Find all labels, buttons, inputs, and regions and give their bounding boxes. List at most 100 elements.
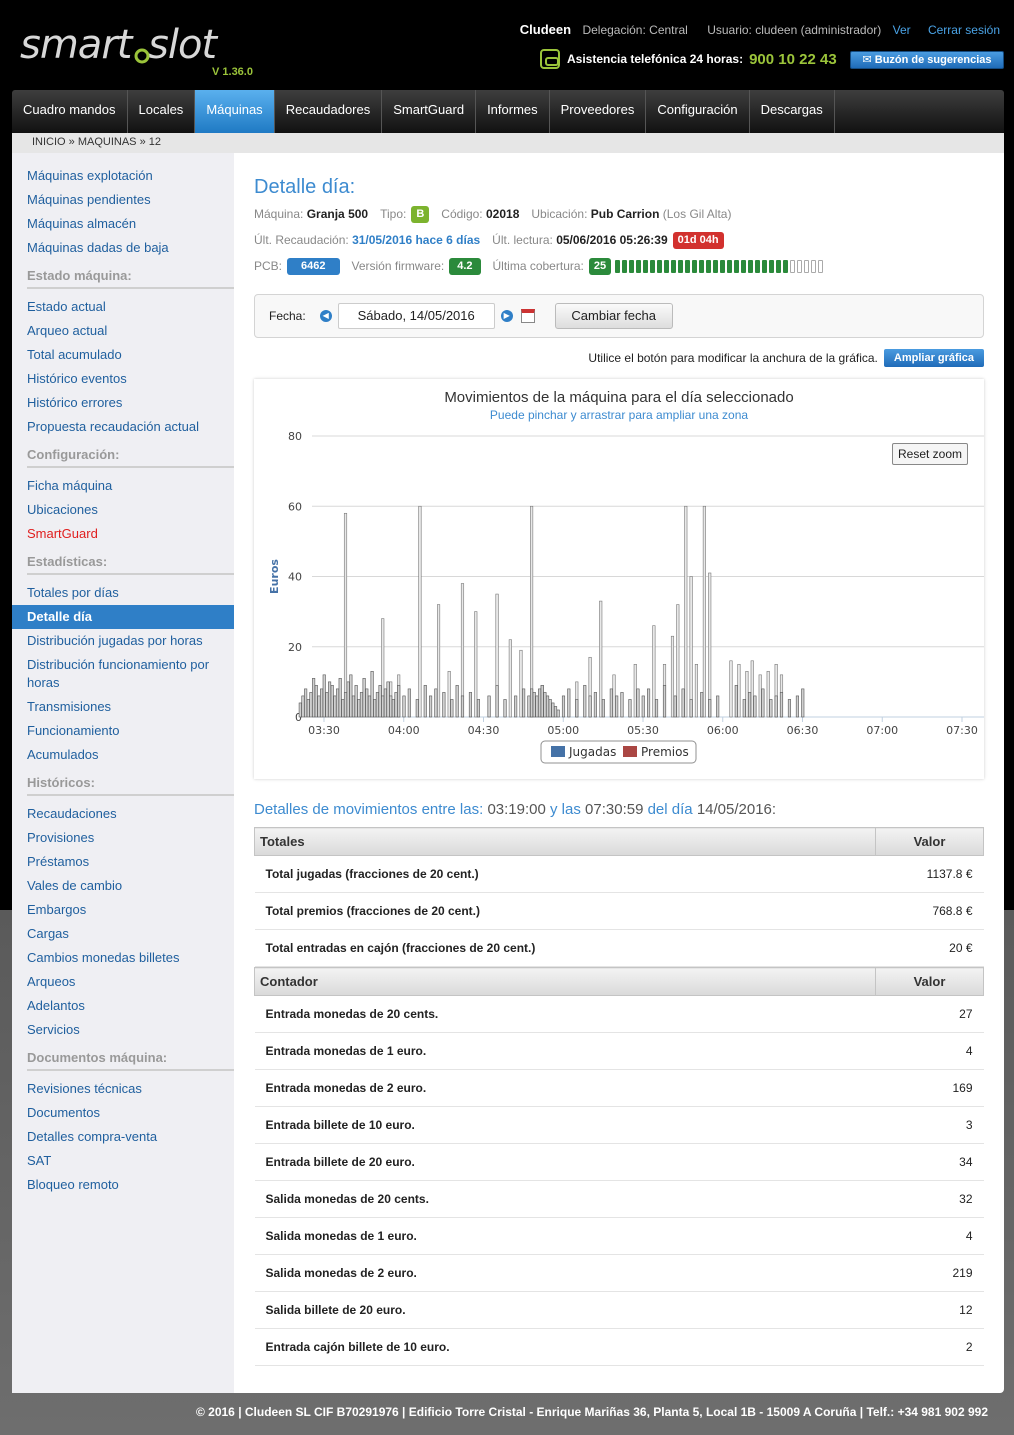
widen-chart-button[interactable]: Ampliar gráfica [883,349,984,367]
change-date-button[interactable]: Cambiar fecha [554,303,673,329]
counters-header[interactable]: Contador [254,967,876,996]
sidebar-estado-actual[interactable]: Estado actual [12,295,234,319]
x-tick-label: 03:30 [308,724,340,737]
svg-text:smart: smart [20,22,134,68]
sidebar-smartguard[interactable]: SmartGuard [12,522,234,546]
totals-value-header[interactable]: Valor [875,827,984,856]
sidebar-totales-dias[interactable]: Totales por días [12,581,234,605]
sidebar-servicios[interactable]: Servicios [12,1018,234,1042]
nav-smartguard[interactable]: SmartGuard [382,90,477,133]
sidebar-ubicaciones[interactable]: Ubicaciones [12,498,234,522]
sidebar-historico-eventos[interactable]: Histórico eventos [12,367,234,391]
delegation: Delegación: Central [582,23,688,37]
bar-jugadas [700,692,704,718]
bar-premios [702,505,706,718]
codigo-value: 02018 [486,207,520,221]
totals-table: Totales Valor Total jugadas (fracciones … [254,827,984,967]
sidebar-distribucion-jugadas[interactable]: Distribución jugadas por horas [12,629,234,653]
sidebar-detalles-compraventa[interactable]: Detalles compra-venta [12,1125,234,1149]
lectura-value: 05/06/2016 05:26:39 [556,233,668,247]
row-value: 12 [875,1291,984,1329]
bar-jugadas [476,699,480,718]
sidebar-embargos[interactable]: Embargos [12,898,234,922]
movements-chart[interactable]: 0 20 40 60 80 03:30 04:00 04:30 05:00 05:30 06:00 0… [254,379,984,779]
nav-informes[interactable]: Informes [476,90,550,133]
totals-header[interactable]: Totales [254,827,876,856]
coverage-segment [699,259,705,273]
reset-zoom-button[interactable]: Reset zoom [892,443,968,465]
nav-configuracion[interactable]: Configuración [646,90,750,133]
sidebar-transmisiones[interactable]: Transmisiones [12,695,234,719]
sidebar-funcionamiento[interactable]: Funcionamiento [12,719,234,743]
bar-premios [737,664,741,718]
sidebar-revisiones-tecnicas[interactable]: Revisiones técnicas [12,1077,234,1101]
sidebar-maquinas-almacen[interactable]: Máquinas almacén [12,212,234,236]
coverage-segment [769,259,775,273]
logout-link[interactable]: Cerrar sesión [928,23,1000,37]
bar-jugadas [545,695,550,718]
bar-jugadas [325,692,329,718]
sidebar-detalle-dia[interactable]: Detalle día [12,605,234,629]
bar-jugadas [468,692,473,718]
table-row: Total premios (fracciones de 20 cent.) 76… [254,892,984,930]
nav-maquinas[interactable]: Máquinas [195,90,275,133]
bar-jugadas [615,695,619,718]
nav-locales[interactable]: Locales [128,90,196,133]
sidebar-recaudaciones[interactable]: Recaudaciones [12,802,234,826]
prev-day-icon[interactable]: ◀ [319,310,332,322]
bar-jugadas [503,699,507,718]
legend-label: Jugadas [568,745,616,759]
sidebar-cambios-monedas[interactable]: Cambios monedas billetes [12,946,234,970]
bar-premios [599,600,603,718]
sidebar-adelantos[interactable]: Adelantos [12,994,234,1018]
chart-svg[interactable]: 02040608003:30 04:00 04:30 05:00 05:30 06:00 0… [254,379,984,779]
row-label: Entrada billete de 20 euro. [254,1143,876,1181]
sidebar-prestamos[interactable]: Préstamos [12,850,234,874]
counters-value-header[interactable]: Valor [875,967,984,996]
nav-proveedores[interactable]: Proveedores [550,90,647,133]
next-day-icon[interactable]: ▶ [500,310,513,322]
sidebar-historico-errores[interactable]: Histórico errores [12,391,234,415]
bar-jugadas [378,685,382,718]
bar-premios [766,671,770,718]
lectura-label: Últ. lectura: [492,233,553,247]
sidebar-documentos[interactable]: Documentos [12,1101,234,1125]
calendar-icon[interactable] [520,309,535,323]
bar-jugadas [397,685,401,718]
sidebar-maquinas-explotacion[interactable]: Máquinas explotación [12,164,234,188]
sidebar-ficha-maquina[interactable]: Ficha máquina [12,474,234,498]
coverage-segment [720,259,726,273]
nav-recaudadores[interactable]: Recaudadores [275,90,383,133]
sidebar-cargas[interactable]: Cargas [12,922,234,946]
sidebar-arqueo-actual[interactable]: Arqueo actual [12,319,234,343]
coverage-segment [755,259,761,273]
row-value: 169 [875,1069,984,1107]
bar-jugadas [538,688,542,718]
sidebar-distribucion-funcionamiento[interactable]: Distribución funcionamiento por horas [12,653,234,695]
bar-jugadas [357,699,361,718]
sidebar-total-acumulado[interactable]: Total acumulado [12,343,234,367]
sidebar-acumulados[interactable]: Acumulados [12,743,234,767]
sidebar-maquinas-pendientes[interactable]: Máquinas pendientes [12,188,234,212]
coverage-segment [615,259,621,273]
sidebar-arqueos[interactable]: Arqueos [12,970,234,994]
view-user-link[interactable]: Ver [893,23,911,37]
sidebar-bloqueo-remoto[interactable]: Bloqueo remoto [12,1173,234,1197]
sidebar-maquinas-baja[interactable]: Máquinas dadas de baja [12,236,234,260]
date-input[interactable]: Sábado, 14/05/2016 [337,303,495,329]
recaudacion-link[interactable]: 31/05/2016 hace 6 días [352,233,480,247]
company-name: Cludeen [519,22,572,37]
sidebar-vales-cambio[interactable]: Vales de cambio [12,874,234,898]
row-label: Salida billete de 20 euro. [254,1291,876,1329]
bar-jugadas [301,695,305,718]
sidebar-propuesta-recaudacion[interactable]: Propuesta recaudación actual [12,415,234,439]
coverage-segment [741,259,747,273]
suggestions-button[interactable]: ✉ Buzón de sugerencias [850,51,1004,69]
nav-descargas[interactable]: Descargas [750,90,835,133]
bar-jugadas [787,699,792,718]
sidebar-provisiones[interactable]: Provisiones [12,826,234,850]
sidebar-sat[interactable]: SAT [12,1149,234,1173]
x-tick-label: 04:30 [468,724,500,737]
nav-cuadro-mandos[interactable]: Cuadro mandos [12,90,128,133]
row-label: Entrada monedas de 1 euro. [254,1032,876,1070]
